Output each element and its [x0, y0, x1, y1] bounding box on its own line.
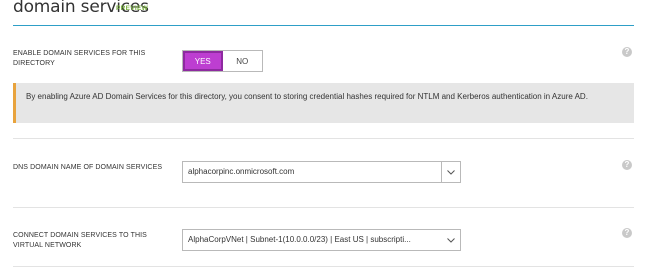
help-icon[interactable]: ? [622, 47, 632, 57]
virtual-network-label: CONNECT DOMAIN SERVICES TO THIS VIRTUAL … [13, 231, 147, 251]
enable-domain-services-label: ENABLE DOMAIN SERVICES FOR THIS DIRECTOR… [13, 49, 145, 69]
preview-badge: PREVIEW [116, 5, 149, 12]
enable-label-line2: DIRECTORY [13, 60, 55, 67]
divider [13, 207, 634, 208]
divider [13, 266, 634, 267]
enable-label-line1: ENABLE DOMAIN SERVICES FOR THIS [13, 50, 146, 57]
notice-text: By enabling Azure AD Domain Services for… [26, 92, 588, 101]
chevron-down-icon[interactable] [441, 162, 460, 182]
help-icon[interactable]: ? [622, 160, 632, 170]
virtual-network-value: AlphaCorpVNet | Subnet-1(10.0.0.0/23) | … [188, 235, 411, 244]
divider [13, 138, 634, 139]
dns-domain-value: alphacorpinc.onmicrosoft.com [188, 167, 295, 176]
virtual-network-select[interactable]: AlphaCorpVNet | Subnet-1(10.0.0.0/23) | … [182, 229, 461, 251]
dns-domain-label: DNS DOMAIN NAME OF DOMAIN SERVICES [13, 164, 163, 171]
consent-notice: By enabling Azure AD Domain Services for… [13, 83, 634, 123]
toggle-no-button[interactable]: NO [223, 51, 263, 71]
section-header: domain services PREVIEW [13, 0, 634, 26]
network-label-line1: CONNECT DOMAIN SERVICES TO THIS [13, 232, 147, 239]
enable-domain-services-toggle[interactable]: YES NO [182, 50, 263, 72]
network-label-line2: VIRTUAL NETWORK [13, 242, 82, 249]
toggle-yes-button[interactable]: YES [183, 51, 223, 71]
help-icon[interactable]: ? [622, 228, 632, 238]
chevron-down-icon[interactable] [442, 230, 460, 250]
dns-domain-select[interactable]: alphacorpinc.onmicrosoft.com [182, 161, 461, 183]
